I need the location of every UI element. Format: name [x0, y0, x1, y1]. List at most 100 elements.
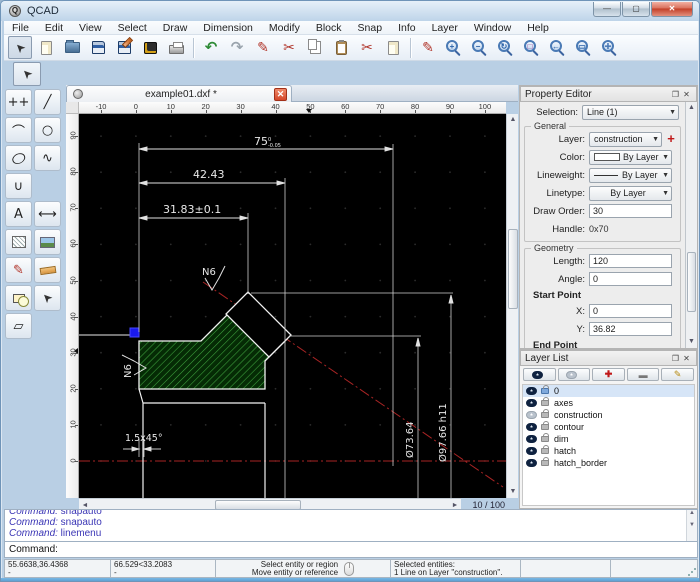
add-layer-button[interactable]: + [664, 132, 678, 146]
menu-modify[interactable]: Modify [261, 21, 308, 35]
layer-visibility-icon[interactable] [526, 423, 537, 431]
redo-button[interactable]: ↷ [225, 36, 249, 59]
select-tools[interactable]: ➤ [34, 285, 61, 311]
points-tool[interactable]: ++ [5, 89, 32, 115]
dimension-tool[interactable]: ⟷ [34, 201, 61, 227]
polyline-tool[interactable]: ∪ [5, 173, 32, 199]
layer-lock-icon[interactable] [541, 448, 549, 454]
close-panel-icon[interactable]: ✕ [681, 353, 692, 364]
edit-layer-button[interactable]: ✎ [661, 368, 694, 381]
maximize-button[interactable]: ▢ [622, 2, 650, 17]
vertical-scroll-thumb[interactable] [508, 229, 518, 309]
layer-lock-icon[interactable] [541, 424, 549, 430]
zoom-out-button[interactable]: − [468, 36, 492, 59]
tab-close-button[interactable]: ✕ [274, 88, 287, 101]
float-panel-icon[interactable]: ❐ [670, 353, 681, 364]
title-bar[interactable]: Q QCAD — ▢ ✕ [1, 1, 699, 21]
layer-visibility-icon[interactable] [526, 399, 537, 407]
menu-block[interactable]: Block [308, 21, 350, 35]
zoom-previous-button[interactable]: ← [546, 36, 570, 59]
zoom-in-button[interactable]: + [442, 36, 466, 59]
layer-list-titlebar[interactable]: Layer List ❐ ✕ [520, 350, 697, 366]
layer-lock-icon[interactable] [541, 460, 549, 466]
menu-snap[interactable]: Snap [350, 21, 391, 35]
property-editor-scrollbar[interactable]: ▲ ▼ [685, 102, 697, 348]
scroll-down-arrow[interactable]: ▼ [507, 486, 519, 498]
layer-row-construction[interactable]: construction [523, 409, 694, 421]
save-button[interactable] [86, 36, 110, 59]
layer-combobox[interactable]: construction▼ [589, 132, 662, 147]
selection-tool-button[interactable]: ➤ [8, 36, 32, 59]
zoom-page-button[interactable]: ▭ [572, 36, 596, 59]
cut-with-reference-button[interactable]: ✂ [355, 36, 379, 59]
zoom-window-button[interactable]: □ [520, 36, 544, 59]
menu-window[interactable]: Window [466, 21, 519, 35]
layer-lock-icon[interactable] [541, 400, 549, 406]
arc-tool[interactable]: ⌒ [5, 117, 32, 143]
close-panel-icon[interactable]: ✕ [681, 89, 692, 100]
menu-file[interactable]: File [4, 21, 37, 35]
circle-tool[interactable]: ○ [34, 117, 61, 143]
close-button[interactable]: ✕ [651, 2, 693, 17]
selection-combobox[interactable]: Line (1)▼ [582, 105, 679, 120]
zoom-redraw-button[interactable]: ↻ [494, 36, 518, 59]
hide-all-layers-button[interactable] [558, 368, 591, 381]
menu-dimension[interactable]: Dimension [195, 21, 261, 35]
minimize-button[interactable]: — [593, 2, 621, 17]
select-tool-button[interactable]: ➤ [13, 62, 41, 86]
save-as-button[interactable] [112, 36, 136, 59]
hatch-tool[interactable] [5, 229, 32, 255]
remove-layer-button[interactable]: ▬ [627, 368, 660, 381]
print-button[interactable] [164, 36, 188, 59]
menu-select[interactable]: Select [110, 21, 155, 35]
menu-layer[interactable]: Layer [424, 21, 466, 35]
menu-help[interactable]: Help [519, 21, 557, 35]
layer-lock-icon[interactable] [541, 436, 549, 442]
paste-with-reference-button[interactable] [381, 36, 405, 59]
ellipse-tool[interactable]: ○ [5, 145, 32, 171]
property-editor-titlebar[interactable]: Property Editor ❐ ✕ [520, 86, 697, 102]
color-combobox[interactable]: By Layer▼ [589, 150, 672, 165]
edit-pencil-button[interactable]: ✎ [251, 36, 275, 59]
layer-visibility-icon[interactable] [526, 387, 537, 395]
layer-row-contour[interactable]: contour [523, 421, 694, 433]
layer-lock-icon[interactable] [541, 388, 549, 394]
selection-handle[interactable] [130, 328, 139, 337]
layer-visibility-icon[interactable] [526, 459, 537, 467]
text-tool[interactable]: A [5, 201, 32, 227]
start-y-input[interactable]: 36.82 [589, 322, 672, 336]
solid-tools[interactable]: ▱ [5, 313, 32, 339]
menu-view[interactable]: View [71, 21, 110, 35]
history-scrollbar[interactable]: ▲▼ [686, 510, 697, 541]
zoom-auto-button[interactable]: ✛ [598, 36, 622, 59]
add-layer-button[interactable]: ✚ [592, 368, 625, 381]
cut-button[interactable]: ✂ [277, 36, 301, 59]
layer-row-axes[interactable]: axes [523, 397, 694, 409]
length-input[interactable]: 120 [589, 254, 672, 268]
menu-draw[interactable]: Draw [155, 21, 196, 35]
spline-tool[interactable]: ∿ [34, 145, 61, 171]
copy-button[interactable] [303, 36, 327, 59]
layer-visibility-icon[interactable] [526, 435, 537, 443]
angle-input[interactable]: 0 [589, 272, 672, 286]
block-tools[interactable] [5, 285, 32, 311]
paste-button[interactable] [329, 36, 353, 59]
resize-grip[interactable] [687, 567, 696, 576]
menu-edit[interactable]: Edit [37, 21, 71, 35]
document-tab[interactable]: example01.dxf * ✕ [66, 85, 292, 102]
image-tool[interactable] [34, 229, 61, 255]
command-history[interactable]: Command: snapautoCommand: snapautoComman… [4, 509, 698, 542]
scroll-up-arrow[interactable]: ▲ [686, 102, 697, 114]
draw-order-input[interactable]: 30 [589, 204, 672, 218]
layer-row-hatch_border[interactable]: hatch_border [523, 457, 694, 469]
scroll-thumb[interactable] [687, 252, 696, 312]
line-tool[interactable]: ╱ [34, 89, 61, 115]
export-bitmap-button[interactable] [138, 36, 162, 59]
draw-pencil-button[interactable]: ✎ [416, 36, 440, 59]
modify-tools[interactable]: ✎ [5, 257, 32, 283]
layer-visibility-icon[interactable] [526, 411, 537, 419]
canvas-vertical-scrollbar[interactable]: ▲ ▼ [506, 114, 518, 498]
scroll-up-arrow[interactable]: ▲ [507, 114, 519, 126]
command-line[interactable]: Command: [4, 542, 698, 558]
scroll-down-arrow[interactable]: ▼ [686, 336, 697, 348]
